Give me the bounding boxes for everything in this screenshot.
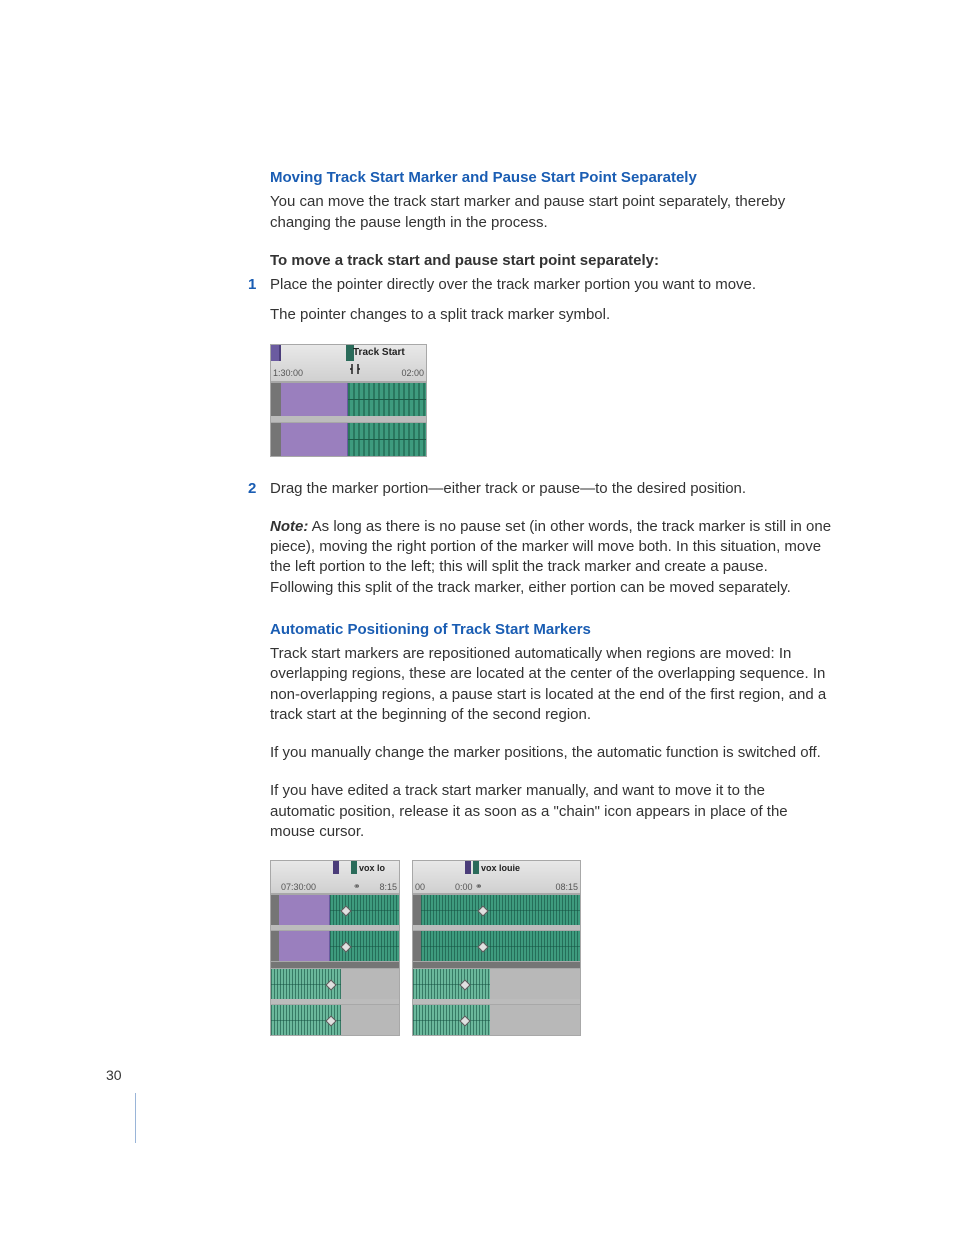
pause-marker-icon (271, 345, 281, 361)
track-start-marker-icon (351, 861, 357, 874)
figure-chain-icon-pair: vox lo 07:30:00 ⚭ 8:15 vox louie 00 0:00… (270, 860, 834, 1036)
section-heading: Moving Track Start Marker and Pause Star… (270, 168, 834, 188)
figure-split-marker: Track Start 1:30:00 02:00 (270, 344, 834, 457)
pause-marker-icon (333, 861, 339, 874)
procedure-title: To move a track start and pause start po… (270, 251, 834, 271)
track-start-marker-icon (473, 861, 479, 874)
chain-icon: ⚭ (475, 880, 483, 892)
note-label: Note: (270, 518, 308, 535)
step-1-text: Place the pointer directly over the trac… (270, 276, 756, 293)
ruler-time: 0:00 (455, 881, 473, 893)
audio-region (330, 931, 399, 961)
step-number: 1 (248, 275, 256, 295)
ruler-time: 8:15 (379, 881, 397, 893)
page-number: 30 (106, 1066, 122, 1085)
audio-region-green (348, 383, 426, 416)
audio-region (330, 895, 399, 925)
region-label: vox lo (359, 862, 385, 874)
section-heading: Automatic Positioning of Track Start Mar… (270, 620, 834, 640)
chain-icon: ⚭ (353, 880, 361, 892)
step-2-text: Drag the marker portion—either track or … (270, 480, 746, 497)
ruler-time: 00 (415, 881, 425, 893)
audio-region (421, 895, 580, 925)
ruler-time: 1:30:00 (273, 367, 303, 379)
split-cursor-icon (348, 362, 362, 376)
margin-rule (135, 1093, 136, 1143)
audio-region-purple (281, 423, 348, 456)
note-text: Note: As long as there is no pause set (… (270, 517, 834, 598)
step-1-result: The pointer changes to a split track mar… (270, 305, 834, 325)
audio-region-purple (281, 383, 348, 416)
step-number: 2 (248, 479, 256, 499)
body-paragraph: If you manually change the marker positi… (270, 743, 834, 763)
ruler-time: 08:15 (555, 881, 578, 893)
track-start-label: Track Start (353, 346, 405, 360)
pause-marker-icon (465, 861, 471, 874)
audio-region (271, 969, 341, 999)
region-label: vox louie (481, 862, 520, 874)
ruler-time: 02:00 (401, 367, 424, 379)
audio-region-green (348, 423, 426, 456)
body-paragraph: If you have edited a track start marker … (270, 781, 834, 842)
audio-region (271, 1005, 341, 1035)
ruler-time: 07:30:00 (281, 881, 316, 893)
audio-region (413, 969, 490, 999)
body-paragraph: Track start markers are repositioned aut… (270, 644, 834, 725)
audio-region (413, 1005, 490, 1035)
audio-region (421, 931, 580, 961)
intro-text: You can move the track start marker and … (270, 192, 834, 233)
